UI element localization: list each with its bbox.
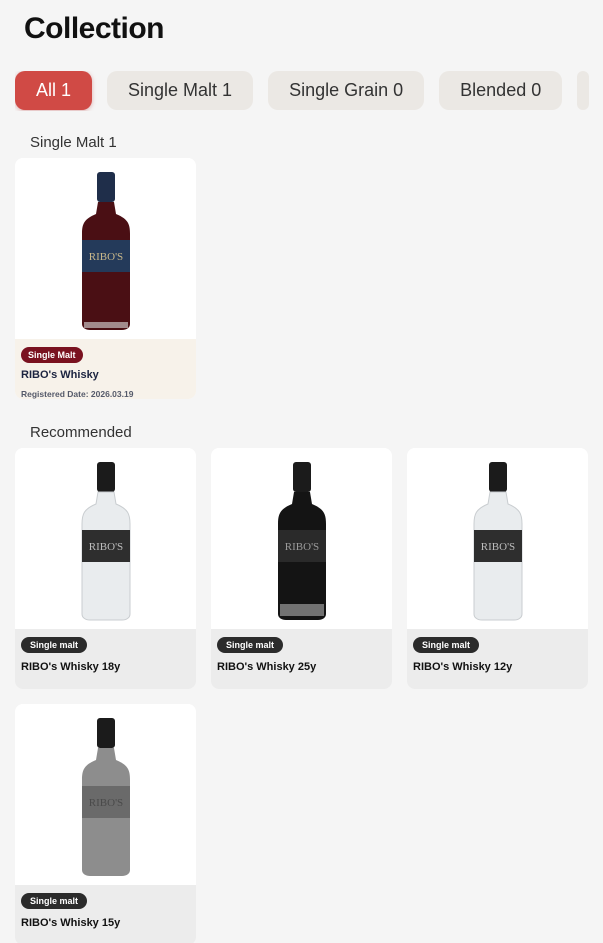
category-badge: Single malt <box>217 637 284 653</box>
page-title: Collection <box>24 12 165 45</box>
tab-blended[interactable]: Blended 0 <box>439 71 563 110</box>
recommended-section-title: Recommended <box>30 424 132 441</box>
tab-overflow[interactable] <box>577 71 590 110</box>
category-badge: Single malt <box>413 637 480 653</box>
category-badge: Single Malt <box>21 347 83 363</box>
category-badge: Single malt <box>21 637 88 653</box>
whisky-bottle-icon: RIBO'S <box>81 172 130 330</box>
bottle-image: RIBO'S <box>15 704 196 885</box>
bottle-image: RIBO'S <box>407 448 588 629</box>
whisky-name: RIBO's Whisky <box>21 369 99 381</box>
whisky-bottle-icon: RIBO'S <box>277 462 326 620</box>
recommended-card[interactable]: RIBO'S Single malt RIBO's Whisky 15y <box>15 704 196 943</box>
tab-single-malt[interactable]: Single Malt 1 <box>107 71 254 110</box>
svg-text:RIBO'S: RIBO'S <box>88 251 122 263</box>
recommended-card[interactable]: RIBO'S Single malt RIBO's Whisky 25y <box>211 448 392 689</box>
svg-text:RIBO'S: RIBO'S <box>480 541 514 553</box>
svg-text:RIBO'S: RIBO'S <box>88 797 122 809</box>
tab-all[interactable]: All 1 <box>15 71 93 110</box>
owned-card[interactable]: RIBO'S Single Malt RIBO's Whisky Registe… <box>15 158 196 399</box>
recommended-card[interactable]: RIBO'S Single malt RIBO's Whisky 18y <box>15 448 196 689</box>
bottle-image: RIBO'S <box>15 448 196 629</box>
whisky-bottle-icon: RIBO'S <box>473 462 522 621</box>
owned-section-title: Single Malt 1 <box>30 134 117 151</box>
category-badge: Single malt <box>21 893 88 909</box>
whisky-name: RIBO's Whisky 25y <box>217 661 317 673</box>
registered-date: Registered Date: 2026.03.19 <box>21 389 134 399</box>
category-tabs: All 1 Single Malt 1 Single Grain 0 Blend… <box>15 71 603 111</box>
whisky-bottle-icon: RIBO'S <box>81 718 130 876</box>
whisky-bottle-icon: RIBO'S <box>81 462 130 621</box>
svg-text:RIBO'S: RIBO'S <box>284 541 318 553</box>
whisky-name: RIBO's Whisky 15y <box>21 917 121 929</box>
whisky-name: RIBO's Whisky 18y <box>21 661 121 673</box>
whisky-name: RIBO's Whisky 12y <box>413 661 513 673</box>
recommended-card[interactable]: RIBO'S Single malt RIBO's Whisky 12y <box>407 448 588 689</box>
svg-text:RIBO'S: RIBO'S <box>88 541 122 553</box>
tab-single-grain[interactable]: Single Grain 0 <box>268 71 425 110</box>
bottle-image: RIBO'S <box>211 448 392 629</box>
bottle-image: RIBO'S <box>15 158 196 339</box>
